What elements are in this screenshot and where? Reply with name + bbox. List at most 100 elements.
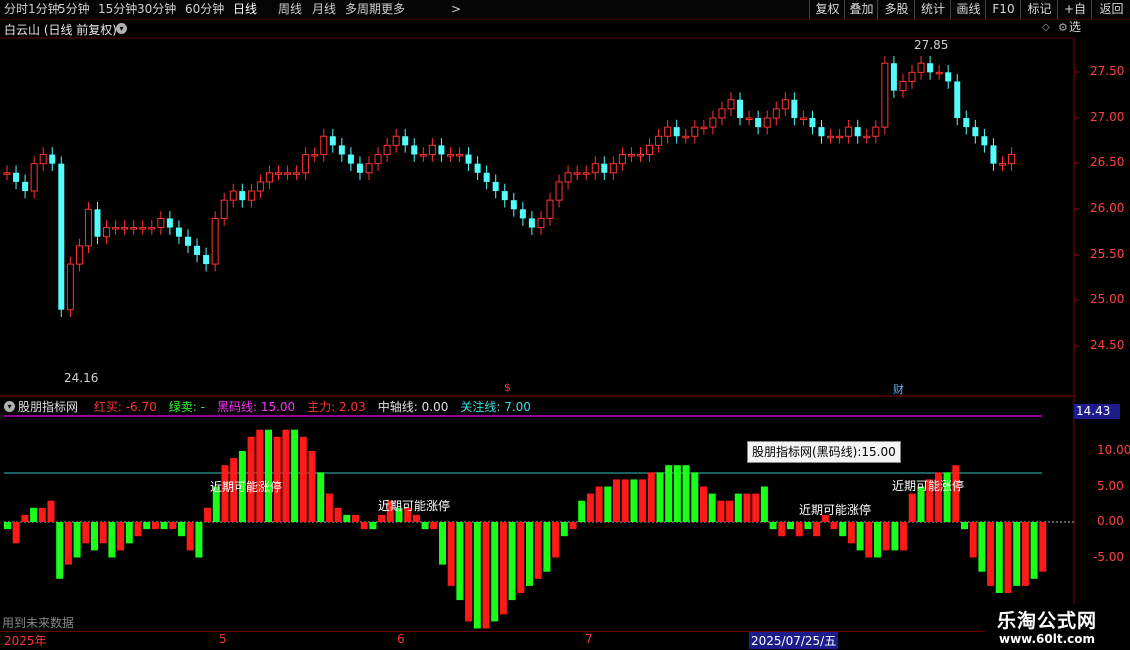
indicator-axis-label: 0.00 — [1097, 514, 1124, 528]
candle-body — [564, 172, 572, 183]
time-label-july: 7 — [585, 632, 593, 646]
candle-body — [365, 163, 373, 174]
candle-body — [827, 135, 835, 139]
watermark-url: www.60lt.com — [999, 632, 1096, 646]
price-axis-label: 24.50 — [1090, 338, 1125, 352]
candle-body — [601, 163, 608, 173]
time-label-june: 6 — [397, 632, 405, 646]
indicator-bar — [299, 436, 307, 522]
indicator-bar — [639, 479, 647, 522]
indicator-bar — [534, 522, 542, 579]
candle-body — [501, 191, 508, 201]
candle-body — [972, 127, 979, 137]
indicator-bar — [160, 522, 168, 530]
candle-body — [917, 62, 925, 73]
candle-body — [356, 163, 363, 173]
candle-body — [791, 99, 798, 118]
future-data-note: 用到未来数据 — [2, 616, 75, 630]
candle-body — [13, 172, 20, 182]
indicator-bar — [412, 514, 420, 522]
indicator-bar — [778, 522, 786, 537]
candle-body — [637, 154, 644, 157]
indicator-bar — [908, 493, 916, 522]
indicator-axis-label: 5.00 — [1097, 479, 1124, 493]
indicator-bar — [604, 486, 612, 522]
candle-body — [329, 136, 336, 146]
price-axis-label: 26.00 — [1090, 201, 1125, 215]
indicator-axis-label: -5.00 — [1093, 550, 1125, 564]
candle-body — [411, 145, 418, 155]
candle-body — [1008, 154, 1016, 165]
indicator-bar — [630, 479, 638, 522]
candle-body — [49, 154, 56, 164]
limit-up-annotation: 近期可能涨停 — [799, 503, 872, 517]
indicator-bar — [195, 522, 203, 558]
indicator-bar — [760, 486, 768, 522]
candle-body — [148, 227, 156, 230]
indicator-bar — [73, 522, 81, 558]
candle-body — [383, 144, 391, 156]
candle-body — [94, 209, 101, 237]
candle-body — [863, 135, 871, 139]
candle-body — [302, 154, 310, 174]
indicator-axis-label: 10.00 — [1097, 443, 1130, 457]
indicator-bar — [865, 522, 873, 558]
event-marker-dollar[interactable]: $ — [504, 381, 511, 394]
candle-body — [492, 181, 499, 192]
indicator-bar — [282, 429, 290, 522]
indicator-bar — [734, 493, 742, 522]
candle-body — [872, 126, 880, 137]
indicator-bar — [1013, 522, 1021, 586]
indicator-bar — [308, 451, 316, 522]
candle-body — [609, 163, 617, 174]
cursor-date-label: 2025/07/25/五 — [749, 632, 839, 649]
indicator-bar — [708, 493, 716, 522]
indicator-bar — [813, 522, 821, 537]
candle-body — [818, 127, 825, 137]
indicator-bar — [186, 522, 194, 551]
price-axis-label: 27.00 — [1090, 110, 1125, 124]
candle-body — [474, 163, 481, 173]
candle-body — [691, 126, 699, 137]
candle-body — [374, 154, 382, 165]
candle-body — [311, 154, 319, 157]
candle-body — [194, 245, 201, 255]
indicator-bar — [143, 522, 151, 530]
indicator-bar — [891, 522, 899, 551]
price-axis-label: 27.50 — [1090, 64, 1125, 78]
candle-body — [112, 227, 120, 230]
candle-body — [66, 263, 74, 311]
candle-body — [555, 181, 563, 201]
candle-body — [990, 145, 997, 164]
candle-body — [981, 136, 988, 146]
candlestick-series — [3, 55, 1016, 318]
candle-body — [737, 99, 744, 118]
indicator-bar — [482, 522, 490, 629]
indicator-bar — [586, 493, 594, 522]
chart-canvas[interactable] — [0, 0, 1130, 650]
candle-body — [718, 108, 726, 119]
candle-body — [591, 163, 599, 174]
indicator-bar — [178, 522, 185, 537]
candle-body — [428, 144, 436, 156]
candle-body — [836, 135, 844, 139]
indicator-bar — [47, 500, 55, 522]
indicator-bar — [787, 522, 794, 530]
indicator-bar — [517, 522, 525, 593]
indicator-bar — [439, 522, 446, 565]
candle-body — [755, 118, 762, 128]
indicator-bar — [343, 514, 351, 522]
current-value-badge: 14.43 — [1074, 404, 1120, 419]
candle-body — [75, 245, 83, 265]
candle-body — [446, 154, 454, 157]
candle-body — [627, 154, 635, 157]
candle-body — [646, 144, 654, 156]
candle-body — [58, 163, 65, 310]
indicator-bar — [4, 522, 11, 530]
indicator-menu-icon[interactable]: ▾ — [4, 401, 15, 412]
candle-body — [438, 145, 445, 155]
candle-body — [203, 254, 210, 265]
event-marker-finance[interactable]: 财 — [893, 381, 904, 397]
candle-body — [546, 199, 554, 219]
indicator-bar — [352, 514, 359, 522]
